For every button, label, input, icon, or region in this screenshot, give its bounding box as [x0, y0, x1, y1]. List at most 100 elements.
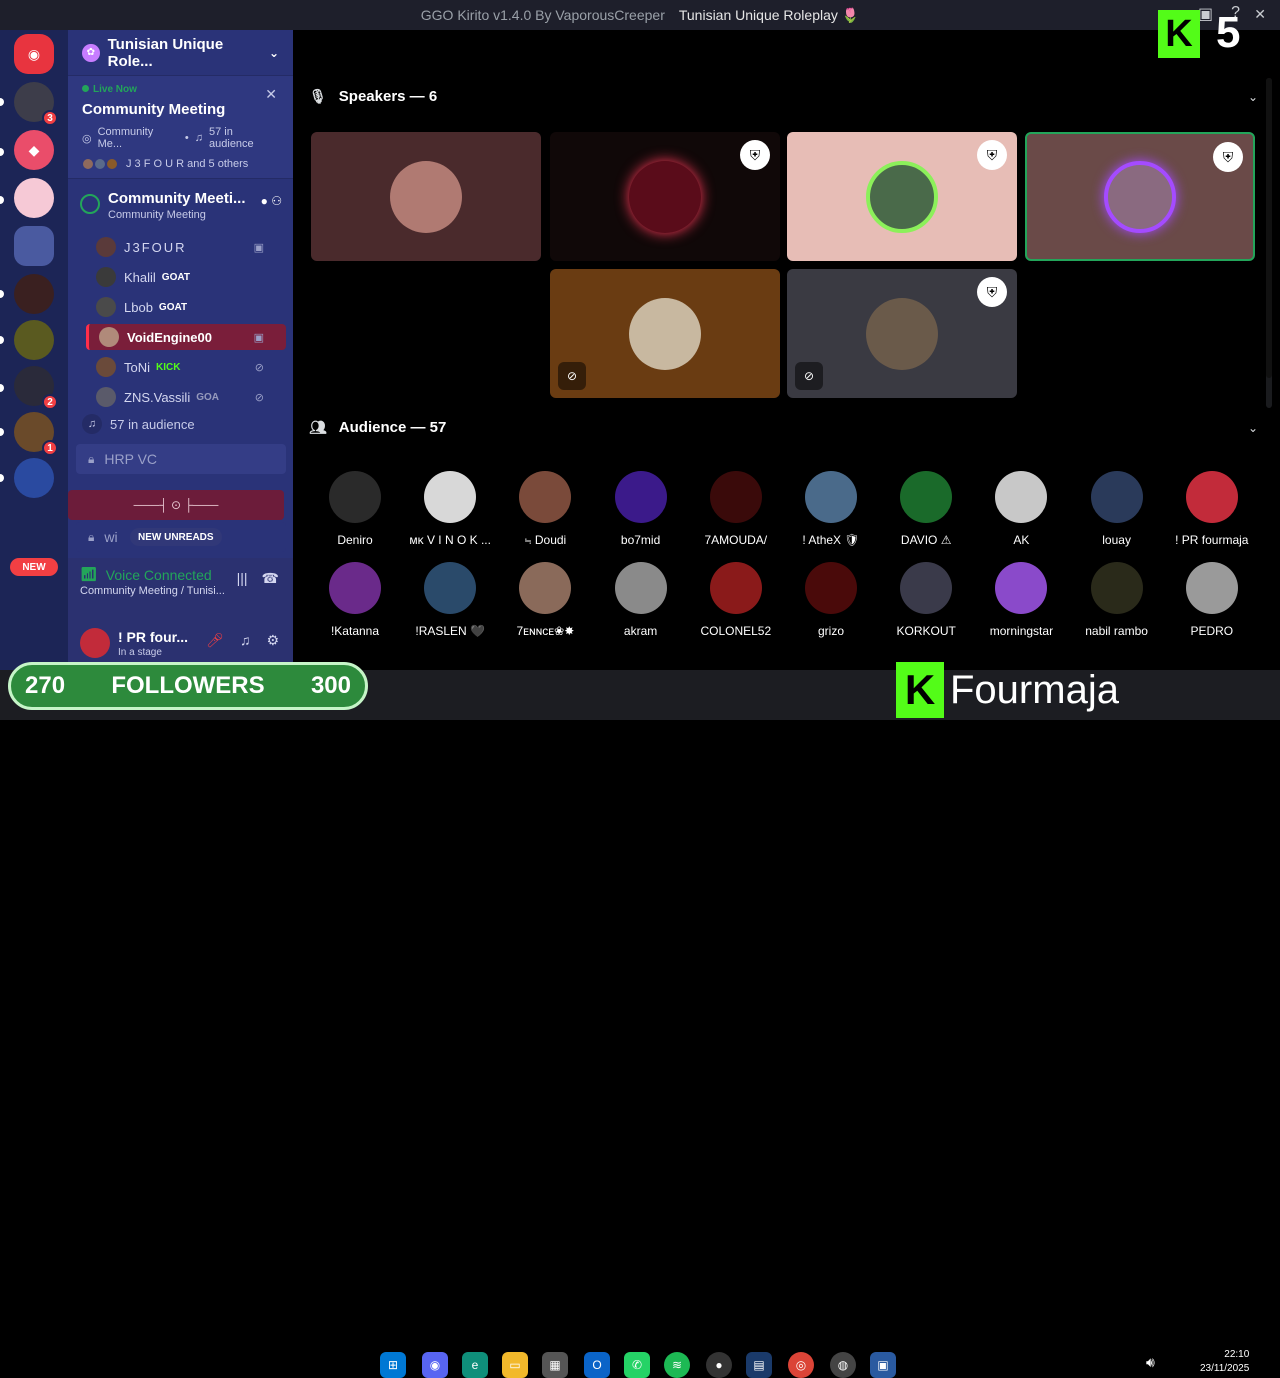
audience-member[interactable]: !RASLEN 🖤	[405, 562, 495, 638]
audience-member[interactable]: 7ᴇɴɴᴄᴇ❀✸	[500, 562, 590, 638]
server-badge: 2	[42, 394, 58, 410]
server-icon-2[interactable]: ◆	[14, 130, 54, 170]
edge-icon[interactable]: e	[462, 1352, 488, 1378]
settings-gear-icon[interactable]: ⚙	[266, 632, 279, 649]
audience-member[interactable]: Deniro	[310, 471, 400, 547]
server-badge: 3	[42, 110, 58, 126]
speaker-tile[interactable]	[311, 132, 541, 261]
speaker-row[interactable]: J3FOUR ▣	[96, 234, 286, 260]
server-icon-7[interactable]: 1	[14, 412, 58, 456]
audience-member[interactable]: ᴍᴋ V I N O K ...	[405, 471, 495, 547]
server-header[interactable]: ✿ Tunisian Unique Role... ⌄	[68, 30, 293, 76]
role-tag: KICK	[156, 361, 181, 373]
audience-member[interactable]: !Katanna	[310, 562, 400, 638]
username: ! PR four...	[118, 628, 188, 645]
lock-icon: 🔒︎	[88, 451, 95, 466]
soundboard-icon[interactable]: |||	[237, 570, 248, 587]
server-icon-1[interactable]: 3	[14, 82, 58, 126]
app-icon-2[interactable]: ▤	[746, 1352, 772, 1378]
chevron-down-icon[interactable]: ⌄	[1248, 90, 1258, 104]
avatar	[1104, 160, 1176, 233]
speaker-row[interactable]: ZNS.Vassili GOA ⊘	[96, 384, 286, 410]
unread-pill	[0, 384, 4, 392]
speaker-tile[interactable]: ⊘	[550, 269, 780, 398]
app-icon-3[interactable]: ◍	[830, 1352, 856, 1378]
audience-member[interactable]: AK	[976, 471, 1066, 547]
spotify-icon[interactable]: ≋	[664, 1352, 690, 1378]
audience-name: akram	[623, 624, 658, 638]
server-icon-8[interactable]	[14, 458, 54, 498]
chrome-icon[interactable]: ◎	[788, 1352, 814, 1378]
audience-member[interactable]: COLONEL52	[691, 562, 781, 638]
live-stage-card[interactable]: Live Now Community Meeting ◎ Community M…	[68, 76, 293, 179]
avatar	[709, 562, 762, 614]
role-tag: GOAT	[158, 301, 188, 313]
server-folder[interactable]	[14, 226, 54, 266]
speaker-row-active[interactable]: VoidEngine00 ▣	[86, 324, 286, 350]
speaker-name: J3FOUR	[124, 239, 187, 255]
channel-hrp-vc[interactable]: 🔒︎ HRP VC	[76, 444, 286, 474]
audience-name: AK	[1013, 533, 1030, 547]
speaker-tile[interactable]: ⛨ ⊘	[787, 269, 1017, 398]
new-badge[interactable]: NEW	[10, 558, 58, 576]
close-window-icon[interactable]: ✕	[1254, 6, 1266, 23]
audience-member[interactable]: grizo	[786, 562, 876, 638]
server-icon-6[interactable]: 2	[14, 366, 58, 410]
audience-member[interactable]: ! PR fourmaja	[1167, 471, 1257, 547]
windows-start-icon[interactable]: ⊞	[380, 1352, 406, 1378]
chat-icon[interactable]: ● ⚇	[261, 194, 282, 208]
speaker-row[interactable]: Khalil GOAT	[96, 264, 286, 290]
speaker-row[interactable]: ToNi KICK ⊘	[96, 354, 286, 380]
volume-icon[interactable]: 🔊︎	[1146, 1354, 1155, 1371]
server-icon-5[interactable]	[14, 320, 54, 360]
disconnect-icon[interactable]: ☎	[262, 570, 279, 587]
whatsapp-icon[interactable]: ✆	[624, 1352, 650, 1378]
audience-member[interactable]: nabil rambo	[1072, 562, 1162, 638]
system-clock[interactable]: 22:10 23/11/2025	[1200, 1348, 1249, 1376]
server-icon-tunisian[interactable]	[14, 274, 54, 314]
audience-member[interactable]: morningstar	[976, 562, 1066, 638]
close-icon[interactable]: ✕	[265, 86, 277, 103]
mic-muted-icon[interactable]: 🎤︎	[206, 632, 224, 649]
audience-member[interactable]: ! AtheX 🛡	[786, 471, 876, 547]
speaker-tile-speaking[interactable]: ⛨	[1025, 132, 1255, 261]
outlook-icon[interactable]: O	[584, 1352, 610, 1378]
inbox-icon[interactable]: ▣	[1198, 4, 1213, 24]
audience-name: !RASLEN 🖤	[415, 624, 485, 638]
app-icon[interactable]: ▦	[542, 1352, 568, 1378]
audience-member[interactable]: 7AMOUDA/	[691, 471, 781, 547]
obs-icon[interactable]: ●	[706, 1352, 732, 1378]
speaker-tile[interactable]: ⛨	[787, 132, 1017, 261]
discord-taskbar-icon[interactable]: ◉	[422, 1352, 448, 1378]
live-people-text: J 3 F O U R and 5 others	[126, 158, 249, 170]
stage-channel[interactable]: Community Meeti... Community Meeting ● ⚇	[76, 190, 286, 236]
audience-member[interactable]: KORKOUT	[881, 562, 971, 638]
audience-member[interactable]: louay	[1072, 471, 1162, 547]
scrollbar[interactable]	[1266, 78, 1272, 408]
role-tag: GOA	[196, 391, 219, 403]
app-icon-4[interactable]: ▣	[870, 1352, 896, 1378]
audience-member[interactable]: ⨫ Doudi	[500, 471, 590, 548]
avatar	[519, 471, 572, 523]
chevron-down-icon[interactable]: ⌄	[1248, 421, 1258, 435]
audience-member[interactable]: DAVIO ⚠	[881, 471, 971, 547]
avatar	[1185, 471, 1238, 523]
audience-member[interactable]: PEDRO	[1167, 562, 1257, 638]
new-unreads-button[interactable]: NEW UNREADS	[130, 528, 222, 546]
discord-home-icon[interactable]: ◉	[14, 34, 54, 74]
audience-member[interactable]: akram	[596, 562, 686, 638]
server-icon-3[interactable]	[14, 178, 54, 218]
overlay-number: 5	[1216, 8, 1241, 57]
speaker-tile[interactable]: ⛨	[550, 132, 780, 261]
channel-divider[interactable]: ───┤ ⊙ ├───	[68, 490, 284, 520]
mic-muted-icon: ⊘	[254, 391, 264, 404]
audience-header: 👥︎ Audience — 57	[309, 419, 447, 436]
audience-member[interactable]: bo7mid	[596, 471, 686, 547]
avatar	[629, 297, 701, 370]
headphones-icon[interactable]: ♫	[240, 632, 251, 649]
audience-count[interactable]: ♫ 57 in audience	[82, 414, 195, 434]
audience-count-label: 57 in audience	[110, 416, 195, 432]
speaker-row[interactable]: Lbob GOAT	[96, 294, 286, 320]
folder-icon[interactable]: ▭	[502, 1352, 528, 1378]
avatar[interactable]	[80, 628, 110, 658]
